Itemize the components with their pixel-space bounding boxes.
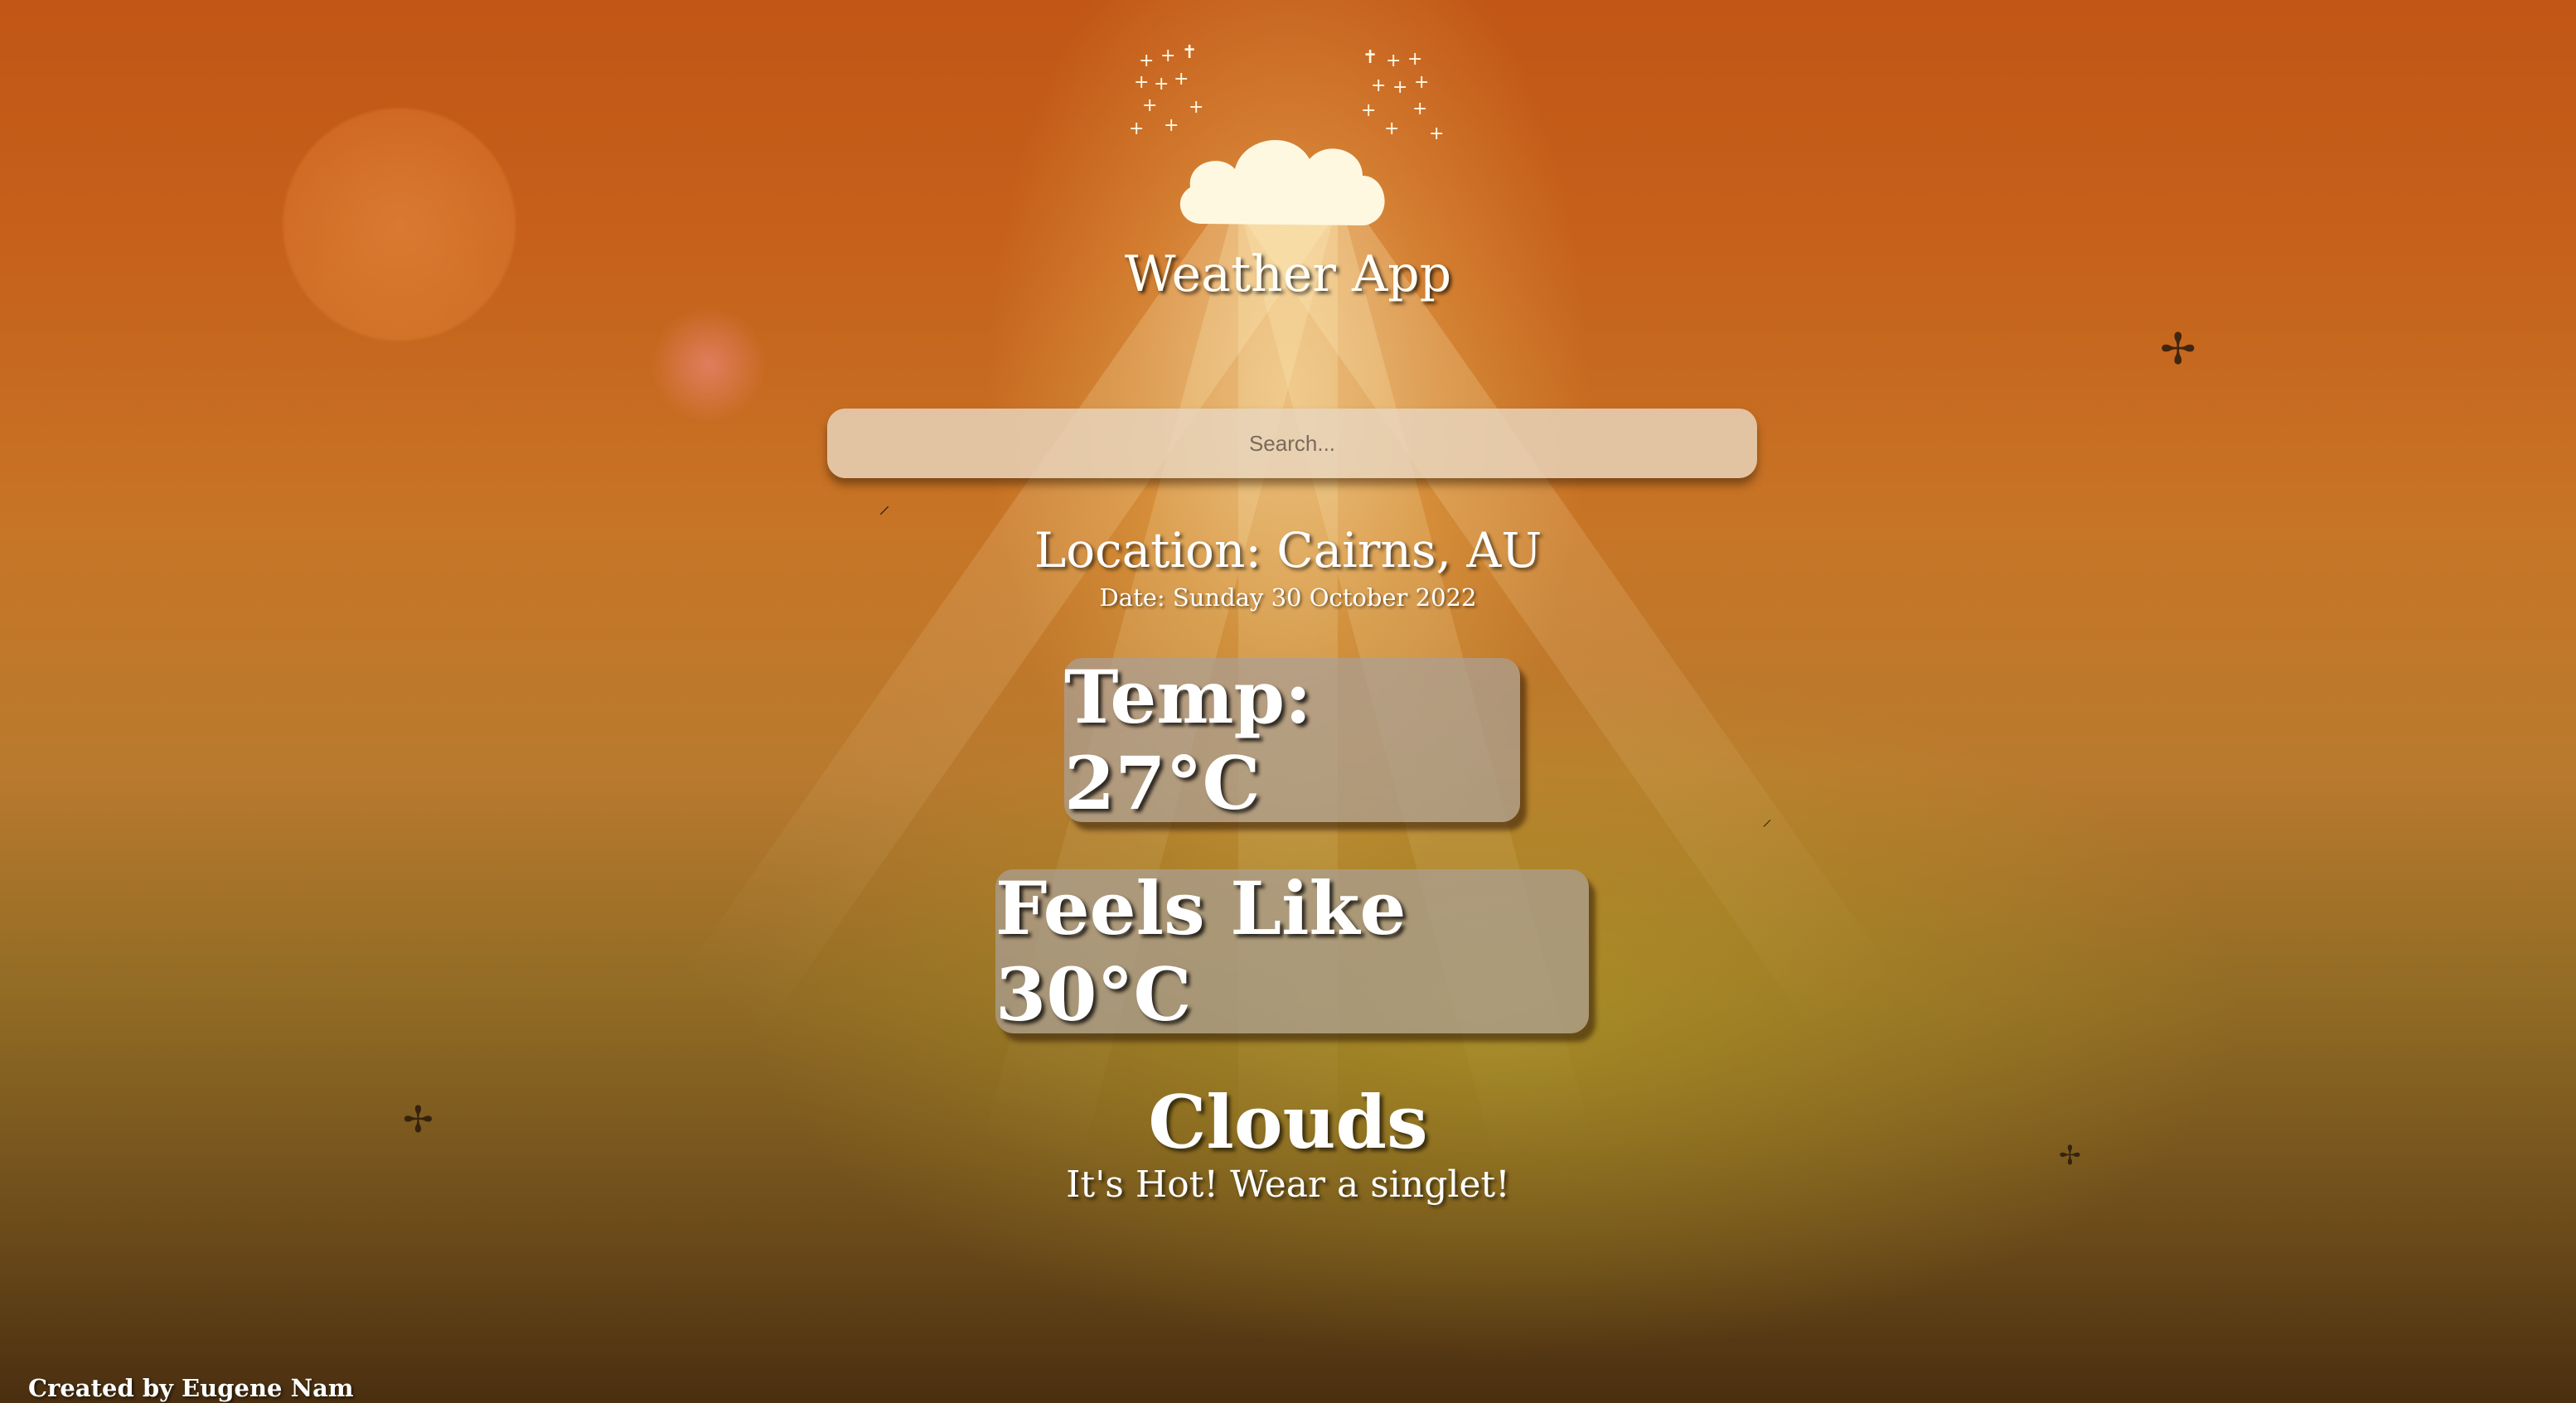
bird-icon: ✢ [2160, 325, 2196, 375]
cloud-with-sparkles-icon: + + ✝ + + + + ++ + ✝ + + + + + + ++ + [1129, 42, 1444, 225]
svg-text:+: + [1174, 69, 1189, 90]
app-title: Weather App [1124, 245, 1452, 303]
svg-text:+: + [1412, 99, 1427, 119]
footer-credit: Created by Eugene Nam [28, 1374, 354, 1402]
svg-text:✝: ✝ [1363, 47, 1378, 68]
svg-text:+: + [1371, 75, 1386, 96]
svg-text:+: + [1129, 119, 1144, 139]
svg-text:+: + [1160, 46, 1175, 66]
svg-text:+: + [1414, 72, 1429, 93]
app-header: + + ✝ + + + + + + + ✝ + + + + + + + + + Weather App [0, 33, 2576, 303]
svg-text:+: + [1164, 115, 1179, 136]
svg-text:+: + [1429, 123, 1444, 144]
temperature-card: Temp: 27°C [1064, 654, 1520, 826]
svg-text:+: + [1361, 100, 1376, 121]
svg-text:+: + [1142, 95, 1157, 116]
svg-text:+: + [1407, 49, 1422, 70]
bird-icon: ⸝ [1762, 807, 1772, 830]
svg-text:+: + [1189, 97, 1203, 118]
date-label: Date: Sunday 30 October 2022 [1099, 583, 1477, 612]
feels-like-value: Feels Like 30°C [995, 865, 1407, 1038]
weather-condition: Clouds [1148, 1079, 1428, 1165]
svg-text:+: + [1134, 72, 1149, 93]
feels-like-card: Feels Like 30°C [995, 865, 1589, 1038]
svg-text:+: + [1392, 77, 1407, 98]
clothing-advice: It's Hot! Wear a singlet! [1066, 1164, 1510, 1206]
search-input[interactable] [827, 409, 1757, 478]
svg-text:+: + [1384, 119, 1399, 139]
bird-icon: ⸝ [879, 491, 891, 519]
svg-text:+: + [1139, 51, 1154, 71]
location-label: Location: Cairns, AU [1034, 522, 1542, 578]
svg-text:+: + [1386, 51, 1401, 71]
temperature-value: Temp: 27°C [1064, 654, 1312, 826]
svg-text:+: + [1154, 74, 1169, 94]
svg-text:✝: ✝ [1182, 42, 1197, 63]
